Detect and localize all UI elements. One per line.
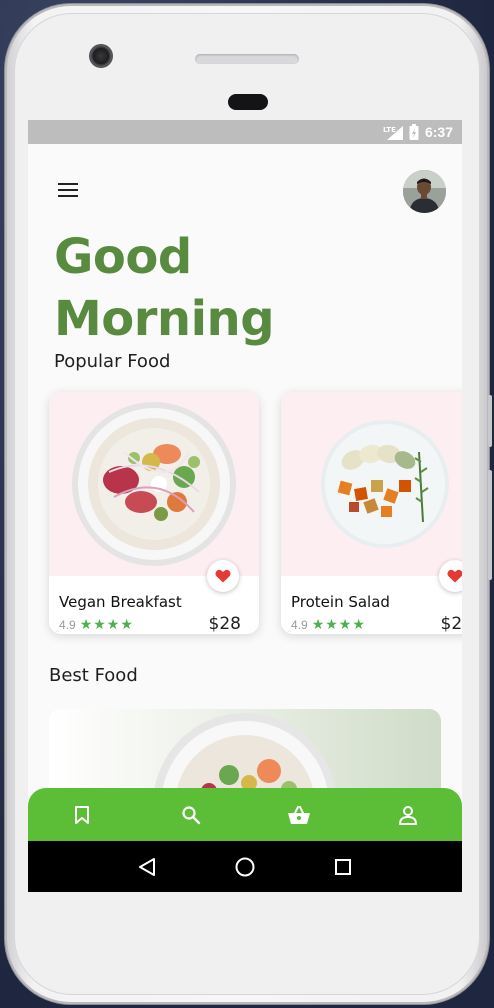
star-rating-icons: ★★★★ [79,616,134,632]
basket-icon[interactable] [279,795,319,835]
network-type: LTE [383,126,396,134]
greeting-line-2: Morning [54,291,275,347]
food-card[interactable]: Vegan Breakfast 4.9 ★★★★ $28 [49,392,259,634]
star-rating-icons: ★★★★ [311,616,366,632]
greeting-heading: Good Morning [54,226,354,350]
favorite-button[interactable] [207,560,239,592]
favorite-button[interactable] [439,560,462,592]
signal-icon: LTE [383,124,403,140]
food-card[interactable]: Protein Salad 4.9★★★★ $28 [281,392,462,634]
rating-value: 4.9 [291,618,308,632]
best-food-title: Best Food [49,665,138,686]
app-bar [28,144,462,224]
status-time: 6:37 [424,124,453,140]
volume-button [488,470,492,580]
profile-icon[interactable] [388,795,428,835]
food-name: Protein Salad [291,593,390,611]
battery-icon [409,124,419,140]
bookmark-icon[interactable] [62,795,102,835]
earpiece-speaker [195,54,299,64]
greeting-line-1: Good [54,229,192,285]
user-avatar[interactable] [403,170,446,213]
food-image [49,392,259,576]
system-navigation-bar [28,841,462,892]
rating-value: 4.9 [59,618,76,632]
front-camera [89,44,113,68]
proximity-sensor [228,94,268,110]
food-rating: 4.9 ★★★★ [59,616,134,633]
status-bar: LTE 6:37 [28,120,462,144]
popular-food-title: Popular Food [54,351,171,372]
back-icon[interactable] [127,847,167,887]
food-name: Vegan Breakfast [59,593,182,611]
food-price: $28 [440,614,462,634]
food-image [281,392,462,576]
power-button [488,395,492,447]
food-rating: 4.9 ★★★★ [291,616,366,633]
heart-icon [447,569,462,583]
app-screen: LTE 6:37 Good Morning Popular Food Vegan… [28,120,462,892]
bottom-navigation [28,788,462,841]
menu-icon[interactable] [56,180,80,200]
food-price: $28 [208,614,241,634]
search-icon[interactable] [171,795,211,835]
recents-icon[interactable] [323,847,363,887]
home-icon[interactable] [225,847,265,887]
heart-icon [215,569,231,583]
